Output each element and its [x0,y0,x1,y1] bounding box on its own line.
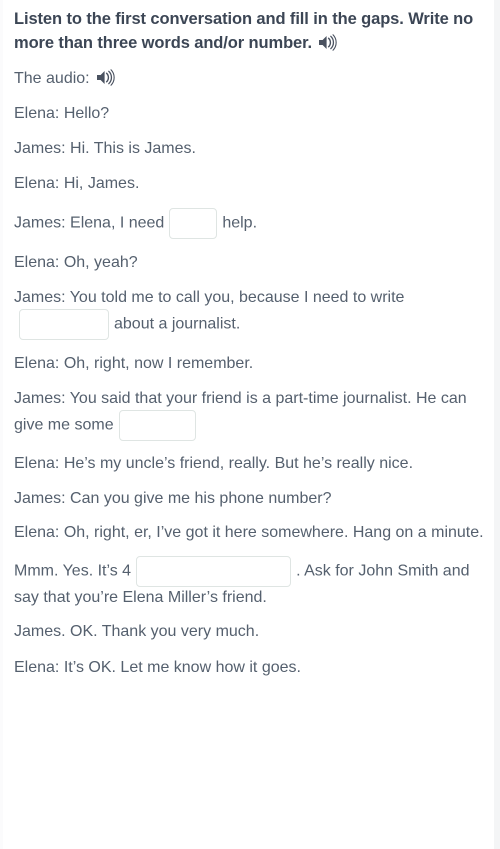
dialogue-text: James: Can you give me his phone number? [14,489,332,507]
dialogue-line: James: You told me to call you, because … [14,286,484,340]
gap-input-4[interactable] [136,555,292,587]
dialogue-text: Elena: Hi, James. [14,175,140,193]
page-right-edge [494,0,500,849]
dialogue-text: Elena: Oh, right, er, I’ve got it here s… [14,524,484,542]
dialogue-text: Elena: Hello? [14,105,110,123]
dialogue-line: Elena: It’s OK. Let me know how it goes. [14,656,484,679]
gap-input-2[interactable] [19,308,109,340]
dialogue-line: James: You said that your friend is a pa… [14,387,484,442]
speaker-icon[interactable] [318,34,337,51]
dialogue-text-before: James: Elena, I need [14,214,165,232]
dialogue-line: Mmm. Yes. It’s 4. Ask for John Smith and… [14,555,484,609]
dialogue-text: James. OK. Thank you very much. [14,623,260,641]
dialogue-text-before: James: You told me to call you, because … [14,288,405,306]
dialogue-text-after: about a journalist. [114,315,241,333]
task-heading: Listen to the first conversation and fil… [14,8,478,56]
dialogue-text-before: James: You said that your friend is a pa… [14,390,467,435]
dialogue-line: Elena: Oh, right, er, I’ve got it here s… [14,522,484,544]
dialogue-text: Elena: It’s OK. Let me know how it goes. [14,658,301,676]
dialogue-text: Elena: Oh, right, now I remember. [14,354,254,372]
dialogue-text: Elena: He’s my uncle’s friend, really. B… [14,455,414,473]
dialogue-line: Elena: Oh, yeah? [14,251,484,274]
speaker-icon[interactable] [96,69,115,86]
dialogue-line: James: Elena, I need help. [14,207,484,239]
dialogue-line: James: Hi. This is James. [14,137,484,160]
audio-label: The audio: [14,69,90,87]
dialogue-text-before: Mmm. Yes. It’s 4 [14,562,132,580]
exercise-page: Listen to the first conversation and fil… [0,0,500,849]
page-left-edge [0,0,3,849]
dialogue-line: James. OK. Thank you very much. [14,620,484,643]
dialogue-line: Elena: Oh, right, now I remember. [14,352,484,375]
dialogue-text-after: help. [222,214,258,232]
dialogue-line: Elena: He’s my uncle’s friend, really. B… [14,453,484,475]
gap-input-1[interactable] [169,207,218,239]
dialogue-line: Elena: Hello? [14,102,484,125]
dialogue-text: James: Hi. This is James. [14,140,196,158]
gap-input-3[interactable] [118,410,196,442]
task-heading-text: Listen to the first conversation and fil… [14,10,474,52]
dialogue-line: James: Can you give me his phone number? [14,487,484,510]
dialogue-line: Elena: Hi, James. [14,172,484,195]
audio-row: The audio: [14,67,484,90]
dialogue-text: Elena: Oh, yeah? [14,253,138,271]
